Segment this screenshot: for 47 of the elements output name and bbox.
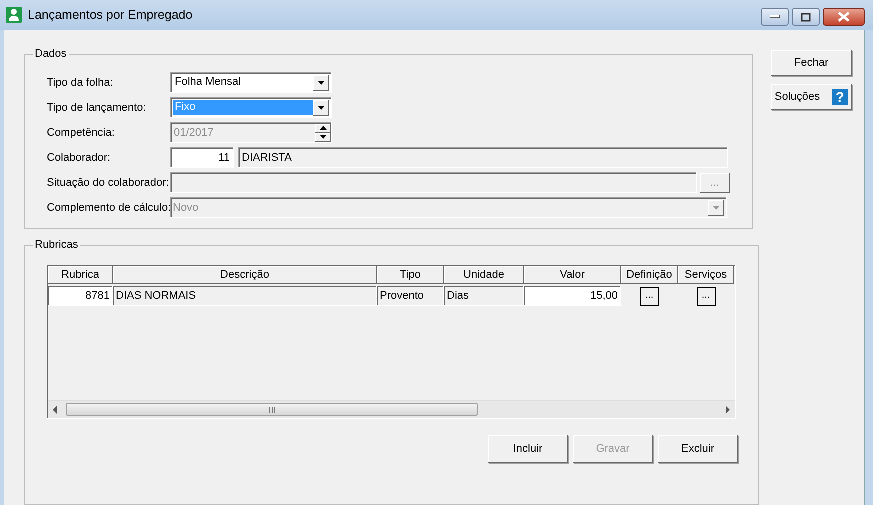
column-header[interactable]: Rubrica [48,266,113,284]
close-icon [838,12,850,22]
down-arrow-icon [712,206,720,210]
close-window-button[interactable]: Fechar [771,50,852,76]
person-icon [6,7,22,23]
field-label: Colaborador: [47,152,112,164]
field-label: Tipo da folha: [47,76,114,88]
column-header[interactable]: Unidade [444,266,524,284]
table-cell: DIAS NORMAIS [113,286,377,306]
dropdown[interactable]: Folha Mensal [170,72,332,93]
table-cell: Provento [377,286,444,306]
window-title: Lançamentos por Empregado [28,8,194,22]
column-header[interactable]: Valor [524,266,621,284]
ellipsis-button[interactable]: ... [640,286,659,306]
scroll-thumb[interactable] [66,403,478,416]
maximize-icon [801,12,811,22]
table-cell[interactable]: 15,00 [524,286,621,306]
ellipsis-button[interactable]: ... [696,286,716,306]
horizontal-scrollbar[interactable] [48,400,735,418]
minimize-icon [770,15,780,19]
field-label: Complemento de cálculo: [47,202,170,214]
field-label: Situação do colaborador: [47,176,170,188]
table-cell[interactable]: 8781 [48,286,113,306]
field-label: Tipo de lançamento: [47,102,148,114]
selected-value: Fixo [173,100,313,115]
down-arrow-icon [320,135,326,139]
column-header[interactable]: Tipo [377,266,444,284]
column-header[interactable]: Serviços [678,266,734,284]
down-arrow-icon [318,106,324,110]
column-header[interactable]: Descrição [113,266,377,284]
selected-value: Folha Mensal [174,75,242,90]
name-field: DIARISTA [238,147,728,168]
group-title: Dados [34,48,68,60]
minimize-button[interactable] [761,8,789,26]
close-button[interactable] [823,8,865,26]
solutions-button[interactable]: Soluções ? [771,84,852,110]
down-arrow-icon [318,80,324,84]
help-icon: ? [832,89,848,105]
action-button[interactable]: Incluir [488,435,568,463]
maximize-button[interactable] [792,8,820,26]
code-field[interactable]: 11 [170,147,234,168]
column-header[interactable]: Definição [621,266,678,284]
action-button[interactable]: Excluir [658,435,738,463]
field-label: Competência: [47,126,116,138]
group-title: Rubricas [34,239,80,251]
up-arrow-icon [320,126,326,130]
table-cell: Dias [444,286,524,306]
